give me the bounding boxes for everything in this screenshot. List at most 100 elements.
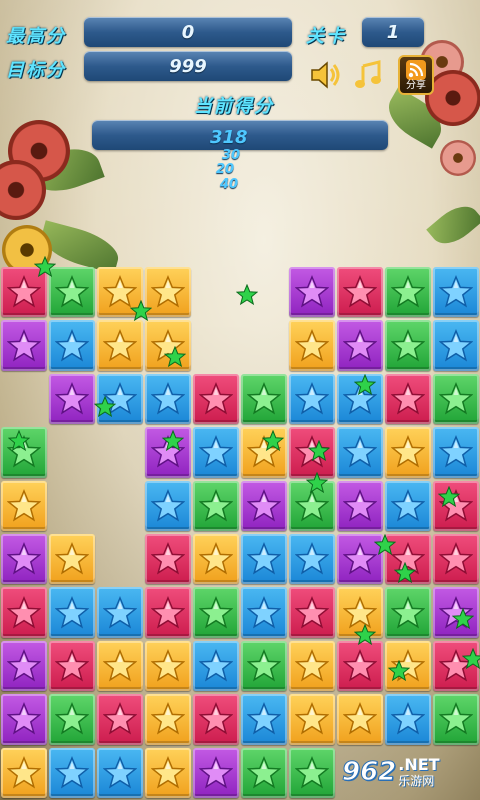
star-tile-purple[interactable] bbox=[1, 534, 47, 585]
star-tile-blue[interactable] bbox=[97, 587, 143, 638]
star-tile-blue[interactable] bbox=[433, 320, 479, 371]
current-score-label: 当前得分 bbox=[194, 96, 274, 117]
star-tile-yellow[interactable] bbox=[337, 694, 383, 745]
star-icon bbox=[103, 595, 137, 629]
star-icon bbox=[247, 755, 281, 789]
star-tile-yellow[interactable] bbox=[145, 694, 191, 745]
star-tile-yellow[interactable] bbox=[1, 747, 47, 798]
star-tile-blue[interactable] bbox=[49, 747, 95, 798]
star-icon bbox=[391, 275, 425, 308]
star-tile-blue[interactable] bbox=[49, 587, 95, 638]
star-tile-blue[interactable] bbox=[241, 694, 287, 745]
star-tile-blue[interactable] bbox=[241, 587, 287, 638]
star-tile-blue[interactable] bbox=[97, 747, 143, 798]
star-tile-blue[interactable] bbox=[49, 320, 95, 371]
star-icon bbox=[295, 595, 329, 629]
star-tile-green[interactable] bbox=[241, 640, 287, 692]
star-icon bbox=[55, 702, 89, 735]
star-tile-red[interactable] bbox=[433, 534, 479, 585]
sparkle-star-icon bbox=[94, 396, 116, 418]
star-tile-green[interactable] bbox=[241, 373, 287, 425]
star-tile-yellow[interactable] bbox=[385, 427, 431, 478]
star-tile-green[interactable] bbox=[385, 320, 431, 371]
star-tile-red[interactable] bbox=[385, 373, 431, 425]
sparkle-star-icon bbox=[162, 430, 184, 452]
star-tile-blue[interactable] bbox=[433, 427, 479, 478]
star-tile-red[interactable] bbox=[193, 373, 239, 425]
watermark-suffix: .NET bbox=[398, 755, 440, 774]
star-icon bbox=[439, 435, 473, 468]
star-tile-yellow[interactable] bbox=[1, 480, 47, 531]
star-tile-blue[interactable] bbox=[385, 694, 431, 745]
star-tile-blue[interactable] bbox=[289, 534, 335, 585]
sparkle-star-icon bbox=[374, 534, 396, 556]
star-tile-green[interactable] bbox=[193, 480, 239, 531]
star-tile-green[interactable] bbox=[385, 267, 431, 318]
star-tile-yellow[interactable] bbox=[97, 320, 143, 371]
star-icon bbox=[7, 275, 41, 308]
star-tile-red[interactable] bbox=[145, 534, 191, 585]
star-tile-blue[interactable] bbox=[337, 427, 383, 478]
star-icon bbox=[247, 542, 281, 575]
star-tile-yellow[interactable] bbox=[289, 640, 335, 692]
best-score-label: 最高分 bbox=[6, 26, 66, 47]
watermark-number: 962 bbox=[341, 757, 397, 788]
star-icon bbox=[439, 702, 473, 735]
sound-toggle-button[interactable] bbox=[308, 58, 342, 92]
star-tile-purple[interactable] bbox=[1, 694, 47, 745]
sparkle-star-icon bbox=[308, 440, 330, 462]
star-tile-yellow[interactable] bbox=[145, 640, 191, 692]
star-icon bbox=[343, 275, 377, 308]
star-tile-red[interactable] bbox=[49, 640, 95, 692]
music-toggle-button[interactable] bbox=[352, 58, 386, 92]
star-tile-blue[interactable] bbox=[241, 534, 287, 585]
star-tile-purple[interactable] bbox=[289, 267, 335, 318]
star-tile-purple[interactable] bbox=[193, 747, 239, 798]
star-tile-red[interactable] bbox=[97, 694, 143, 745]
star-tile-blue[interactable] bbox=[385, 480, 431, 531]
star-tile-green[interactable] bbox=[241, 747, 287, 798]
star-tile-red[interactable] bbox=[193, 694, 239, 745]
star-tile-green[interactable] bbox=[49, 694, 95, 745]
star-tile-green[interactable] bbox=[433, 373, 479, 425]
star-tile-yellow[interactable] bbox=[97, 640, 143, 692]
star-tile-purple[interactable] bbox=[337, 480, 383, 531]
watermark-subtitle: 乐游网 bbox=[398, 774, 435, 788]
star-tile-purple[interactable] bbox=[337, 320, 383, 371]
star-tile-yellow[interactable] bbox=[289, 694, 335, 745]
star-icon bbox=[391, 435, 425, 468]
star-tile-purple[interactable] bbox=[1, 640, 47, 692]
star-icon bbox=[439, 328, 473, 362]
star-tile-red[interactable] bbox=[337, 267, 383, 318]
star-tile-yellow[interactable] bbox=[289, 320, 335, 371]
star-icon bbox=[247, 382, 281, 415]
star-tile-blue[interactable] bbox=[289, 373, 335, 425]
star-tile-purple[interactable] bbox=[241, 480, 287, 531]
star-tile-yellow[interactable] bbox=[193, 534, 239, 585]
flower-decoration bbox=[440, 140, 476, 176]
star-tile-green[interactable] bbox=[433, 694, 479, 745]
star-tile-green[interactable] bbox=[193, 587, 239, 638]
star-tile-green[interactable] bbox=[289, 747, 335, 798]
star-icon bbox=[295, 702, 329, 735]
star-tile-purple[interactable] bbox=[1, 320, 47, 371]
star-tile-blue[interactable] bbox=[193, 640, 239, 692]
share-button[interactable]: 分享 bbox=[398, 55, 434, 95]
star-tile-blue[interactable] bbox=[193, 427, 239, 478]
star-tile-green[interactable] bbox=[385, 587, 431, 638]
star-tile-red[interactable] bbox=[1, 587, 47, 638]
target-score-label: 目标分 bbox=[6, 60, 66, 81]
star-icon bbox=[391, 382, 425, 415]
star-tile-red[interactable] bbox=[145, 587, 191, 638]
star-tile-red[interactable] bbox=[337, 640, 383, 692]
level-value: 1 bbox=[362, 17, 424, 47]
star-tile-yellow[interactable] bbox=[145, 747, 191, 798]
star-tile-blue[interactable] bbox=[145, 480, 191, 531]
star-tile-red[interactable] bbox=[289, 587, 335, 638]
star-icon bbox=[439, 382, 473, 415]
star-icon bbox=[151, 275, 185, 308]
star-tile-purple[interactable] bbox=[49, 373, 95, 425]
star-tile-blue[interactable] bbox=[145, 373, 191, 425]
star-tile-yellow[interactable] bbox=[49, 534, 95, 585]
star-tile-blue[interactable] bbox=[433, 267, 479, 318]
